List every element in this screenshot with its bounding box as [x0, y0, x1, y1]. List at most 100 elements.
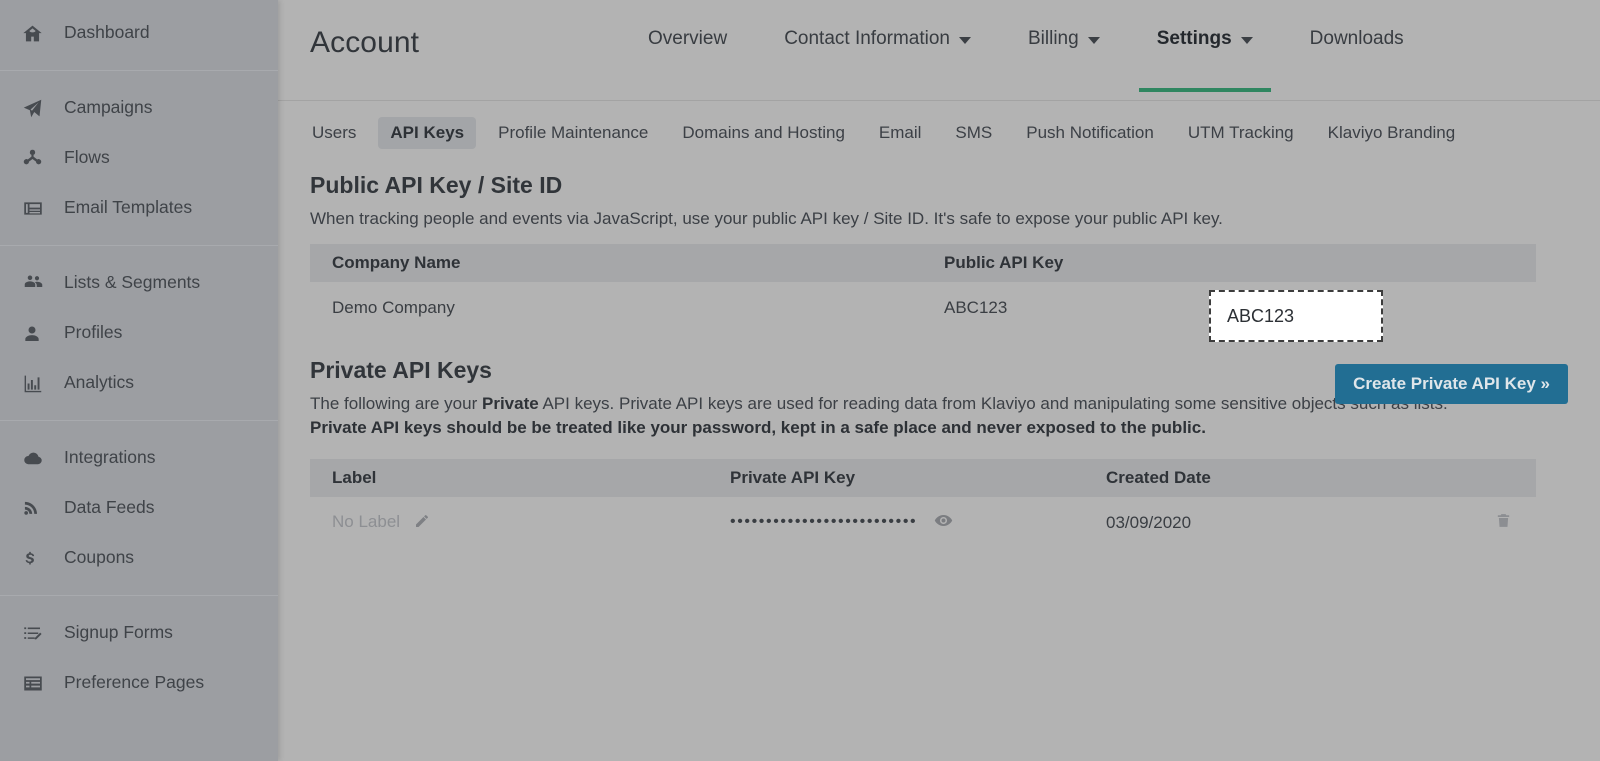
- sidebar-item-label: Profiles: [64, 324, 122, 342]
- pencil-icon[interactable]: [414, 513, 430, 534]
- sidebar-item-lists-segments[interactable]: Lists & Segments: [0, 258, 278, 308]
- trash-icon[interactable]: [1495, 511, 1512, 535]
- paper-plane-icon: [22, 98, 52, 119]
- dollar-sign-icon: [22, 548, 52, 569]
- sidebar-item-label: Campaigns: [64, 99, 153, 117]
- public-api-key-highlight-box[interactable]: ABC123: [1209, 290, 1383, 342]
- sidebar-group-dashboard: Dashboard: [0, 0, 278, 70]
- sidebar-spacer: [0, 596, 278, 608]
- sidebar-spacer: [0, 246, 278, 258]
- column-header-private-key: Private API Key: [708, 468, 1084, 488]
- bar-chart-icon: [22, 373, 52, 394]
- cell-created-date: 03/09/2020: [1084, 513, 1464, 533]
- table-row: No Label •••••••••••••••••••••••••• 03/0…: [310, 497, 1536, 549]
- eye-icon[interactable]: [934, 511, 953, 535]
- sidebar-item-label: Integrations: [64, 449, 155, 467]
- sidebar-spacer: [0, 583, 278, 595]
- sidebar-item-signup-forms[interactable]: Signup Forms: [0, 608, 278, 658]
- table-header-row: Company Name Public API Key: [310, 244, 1536, 282]
- preference-page-icon: [22, 673, 52, 694]
- private-desc-part2: API keys. Private API keys are used for …: [539, 394, 1448, 413]
- cell-private-key: ••••••••••••••••••••••••••: [708, 511, 1084, 535]
- sidebar-spacer: [0, 58, 278, 70]
- chevron-down-icon: [1088, 37, 1100, 44]
- column-header-company-name: Company Name: [310, 253, 922, 273]
- top-nav-label: Billing: [1028, 28, 1079, 50]
- sidebar-item-email-templates[interactable]: Email Templates: [0, 183, 278, 233]
- private-api-keys-table: Label Private API Key Created Date No La…: [310, 459, 1536, 549]
- top-nav-label: Contact Information: [784, 28, 950, 50]
- settings-subtabs: Users API Keys Profile Maintenance Domai…: [278, 101, 1600, 149]
- api-keys-content: Public API Key / Site ID When tracking p…: [278, 172, 1600, 549]
- column-header-label: Label: [310, 468, 708, 488]
- person-icon: [22, 323, 52, 344]
- sidebar-item-analytics[interactable]: Analytics: [0, 358, 278, 408]
- subtab-api-keys[interactable]: API Keys: [378, 117, 476, 149]
- top-nav-downloads[interactable]: Downloads: [1310, 28, 1404, 92]
- subtab-push-notification[interactable]: Push Notification: [1014, 117, 1166, 149]
- top-nav-settings[interactable]: Settings: [1157, 28, 1253, 92]
- sidebar-item-label: Coupons: [64, 549, 134, 567]
- private-desc-part1: The following are your: [310, 394, 482, 413]
- sidebar-item-label: Lists & Segments: [64, 274, 200, 292]
- subtab-klaviyo-branding[interactable]: Klaviyo Branding: [1316, 117, 1468, 149]
- create-private-api-key-button[interactable]: Create Private API Key »: [1335, 364, 1568, 404]
- sidebar-group-forms: Signup Forms Preference Pages: [0, 595, 278, 708]
- top-nav-billing[interactable]: Billing: [1028, 28, 1100, 92]
- cell-actions: [1464, 511, 1536, 535]
- public-api-key-highlight-value: ABC123: [1227, 306, 1294, 327]
- email-template-icon: [22, 198, 52, 219]
- sidebar-spacer: [0, 71, 278, 83]
- account-top-nav: Overview Contact Information Billing Set…: [648, 28, 1404, 101]
- people-group-icon: [22, 273, 52, 294]
- sidebar-group-messaging: Campaigns Flows Email Templates: [0, 70, 278, 245]
- sidebar-item-label: Email Templates: [64, 199, 192, 217]
- key-label-text: No Label: [332, 512, 400, 531]
- cloud-icon: [22, 448, 52, 469]
- subtab-domains-and-hosting[interactable]: Domains and Hosting: [670, 117, 857, 149]
- sidebar-group-audience: Lists & Segments Profiles Analytics: [0, 245, 278, 420]
- sidebar-item-integrations[interactable]: Integrations: [0, 433, 278, 483]
- page-title: Account: [310, 26, 419, 60]
- sidebar-item-label: Data Feeds: [64, 499, 154, 517]
- sidebar-spacer: [0, 421, 278, 433]
- main-sidebar: Dashboard Campaigns Flows: [0, 0, 278, 761]
- top-nav-label: Downloads: [1310, 28, 1404, 50]
- table-header-row: Label Private API Key Created Date: [310, 459, 1536, 497]
- subtab-profile-maintenance[interactable]: Profile Maintenance: [486, 117, 660, 149]
- sidebar-item-preference-pages[interactable]: Preference Pages: [0, 658, 278, 708]
- subtab-utm-tracking[interactable]: UTM Tracking: [1176, 117, 1306, 149]
- sidebar-item-label: Dashboard: [64, 24, 150, 42]
- sidebar-item-label: Signup Forms: [64, 624, 173, 642]
- chevron-down-icon: [1241, 37, 1253, 44]
- column-header-public-api-key: Public API Key: [922, 253, 1536, 273]
- subtab-sms[interactable]: SMS: [943, 117, 1004, 149]
- cell-key-label: No Label: [310, 512, 708, 534]
- home-icon: [22, 23, 52, 44]
- app-root: Dashboard Campaigns Flows: [0, 0, 1600, 761]
- private-desc-emphasis: Private: [482, 394, 539, 413]
- sidebar-spacer: [0, 408, 278, 420]
- sidebar-item-flows[interactable]: Flows: [0, 133, 278, 183]
- sidebar-item-coupons[interactable]: Coupons: [0, 533, 278, 583]
- column-header-created-date: Created Date: [1084, 468, 1464, 488]
- main-region: Account Overview Contact Information Bil…: [278, 0, 1600, 761]
- sidebar-item-campaigns[interactable]: Campaigns: [0, 83, 278, 133]
- public-api-key-title: Public API Key / Site ID: [310, 172, 1568, 199]
- masked-key-text: ••••••••••••••••••••••••••: [730, 513, 917, 530]
- sidebar-item-data-feeds[interactable]: Data Feeds: [0, 483, 278, 533]
- subtab-email[interactable]: Email: [867, 117, 934, 149]
- sidebar-spacer: [0, 233, 278, 245]
- sidebar-item-label: Analytics: [64, 374, 134, 392]
- subtab-users[interactable]: Users: [300, 117, 368, 149]
- sidebar-item-profiles[interactable]: Profiles: [0, 308, 278, 358]
- chevron-down-icon: [959, 37, 971, 44]
- sidebar-item-label: Preference Pages: [64, 674, 204, 692]
- top-nav-label: Overview: [648, 28, 727, 50]
- rss-feed-icon: [22, 498, 52, 519]
- top-nav-contact-information[interactable]: Contact Information: [784, 28, 971, 92]
- signup-form-icon: [22, 623, 52, 644]
- sidebar-group-data: Integrations Data Feeds Coupons: [0, 420, 278, 595]
- sidebar-item-dashboard[interactable]: Dashboard: [0, 8, 278, 58]
- top-nav-overview[interactable]: Overview: [648, 28, 727, 92]
